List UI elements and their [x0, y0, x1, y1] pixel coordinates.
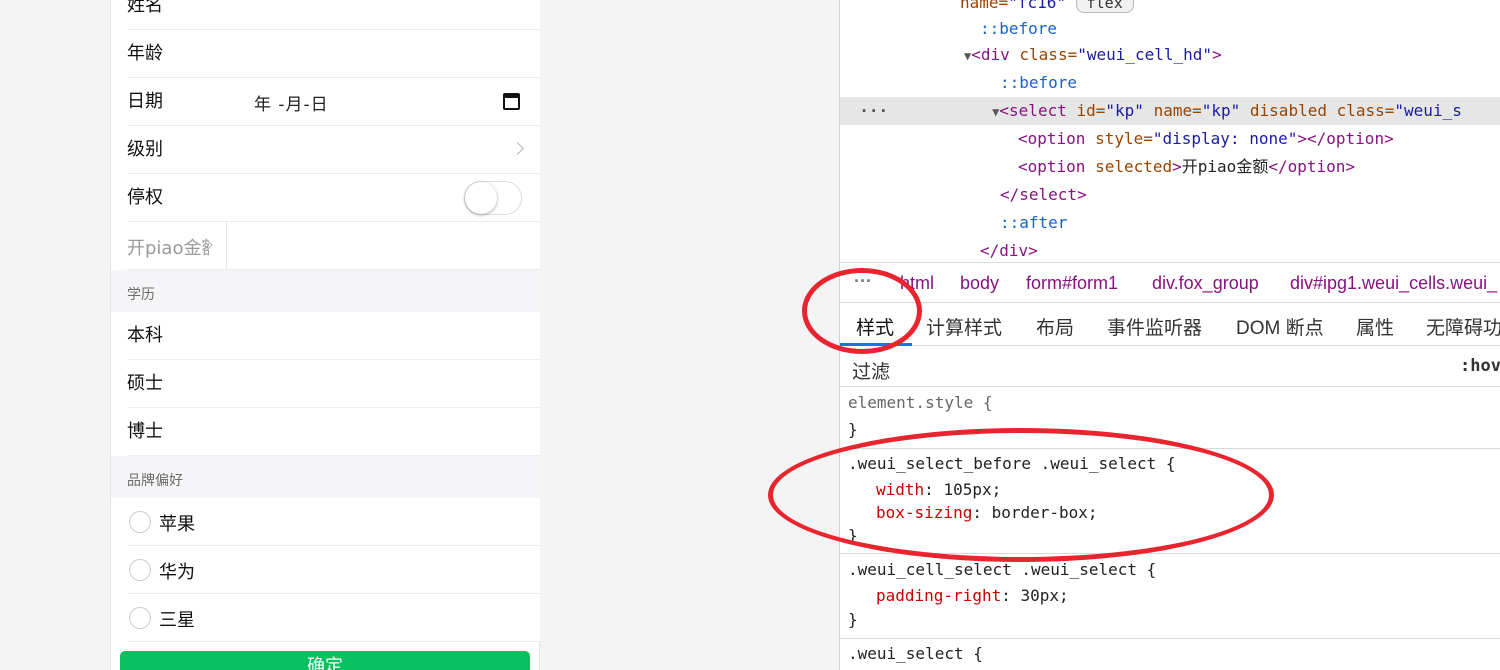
- dom-tree: name="fc16" flex ::before ▼<div class="w…: [840, 0, 1500, 262]
- filter-bar: 过滤 :hov: [840, 347, 1500, 387]
- brand-title: 品牌偏好: [127, 473, 183, 489]
- css-property[interactable]: box-sizing: [876, 503, 972, 522]
- more-dots-icon[interactable]: ···: [854, 271, 872, 292]
- flex-badge[interactable]: flex: [1075, 0, 1134, 13]
- breadcrumb-item[interactable]: html: [900, 273, 934, 294]
- education-option-2[interactable]: 硕士: [111, 360, 540, 408]
- brand-option-2[interactable]: 华为: [111, 546, 540, 594]
- css-rule-weui-select-before[interactable]: .weui_select_before .weui_select { width…: [840, 450, 1500, 554]
- suspend-cell: 停权: [111, 174, 540, 222]
- dom-line[interactable]: <option selected>开piao金额</option>: [840, 153, 1500, 181]
- divider: [226, 222, 227, 270]
- brand-option-1[interactable]: 苹果: [111, 498, 540, 546]
- radio-button[interactable]: [129, 607, 151, 629]
- element-style-rule[interactable]: element.style { }: [840, 389, 1500, 449]
- dom-line[interactable]: ::before: [840, 69, 1500, 97]
- dom-line[interactable]: </select>: [840, 181, 1500, 209]
- education-option-label: 本科: [127, 325, 163, 346]
- css-rule-weui-select[interactable]: .weui_select {: [840, 640, 1500, 670]
- css-property[interactable]: width: [876, 480, 924, 499]
- active-tab-indicator: [840, 343, 912, 346]
- dom-line[interactable]: ▼<div class="weui_cell_hd">: [840, 41, 1500, 69]
- education-section-title: 学历: [111, 270, 540, 312]
- tab-accessibility[interactable]: 无障碍功: [1426, 313, 1500, 340]
- breadcrumb-item[interactable]: form#form1: [1026, 273, 1118, 294]
- suspend-toggle[interactable]: [464, 181, 522, 215]
- radio-button[interactable]: [129, 559, 151, 581]
- calendar-icon[interactable]: [503, 93, 520, 110]
- tab-event-listeners[interactable]: 事件监听器: [1107, 313, 1202, 340]
- education-option-label: 硕士: [127, 373, 163, 394]
- brand-option-3[interactable]: 三星: [111, 594, 540, 642]
- tab-layout[interactable]: 布局: [1036, 313, 1074, 340]
- toggle-knob: [465, 182, 497, 214]
- dom-line-selected[interactable]: ··· ▼<select id="kp" name="kp" disabled c…: [840, 97, 1500, 125]
- dom-line[interactable]: <option style="display: none"></option>: [840, 125, 1500, 153]
- invoice-cell: 开piao金额: [111, 222, 540, 270]
- suspend-label: 停权: [127, 187, 163, 208]
- education-title: 学历: [127, 287, 155, 303]
- tab-properties[interactable]: 属性: [1356, 313, 1394, 340]
- css-property[interactable]: padding-right: [876, 586, 1001, 605]
- filter-input[interactable]: 过滤: [846, 351, 1444, 383]
- age-label: 年龄: [127, 43, 163, 64]
- date-label: 日期: [127, 91, 163, 112]
- dom-line[interactable]: </div>: [840, 237, 1500, 262]
- level-cell[interactable]: 级别: [111, 126, 540, 174]
- education-option-3[interactable]: 博士: [111, 408, 540, 456]
- brand-option-label: 苹果: [159, 514, 195, 535]
- name-cell[interactable]: 姓名: [111, 0, 540, 30]
- dom-line[interactable]: ::before: [840, 15, 1500, 43]
- brand-option-label: 华为: [159, 562, 195, 583]
- styles-tab-bar: 样式 计算样式 布局 事件监听器 DOM 断点 属性 无障碍功: [840, 302, 1500, 346]
- breadcrumb-item[interactable]: div#ipg1.weui_cells.weui_: [1290, 273, 1497, 294]
- breadcrumb-item[interactable]: body: [960, 273, 999, 294]
- date-input[interactable]: 年 -月-日: [254, 90, 329, 115]
- education-option-1[interactable]: 本科: [111, 312, 540, 360]
- devtools-panel: name="fc16" flex ::before ▼<div class="w…: [839, 0, 1500, 670]
- name-label: 姓名: [127, 0, 163, 16]
- css-rule-weui-cell-select[interactable]: .weui_cell_select .weui_select { padding…: [840, 555, 1500, 639]
- date-cell[interactable]: 日期 年 -月-日: [111, 78, 540, 126]
- brand-section-title: 品牌偏好: [111, 456, 540, 498]
- brand-option-label: 三星: [159, 610, 195, 631]
- age-cell[interactable]: 年龄: [111, 30, 540, 78]
- breadcrumb: ··· html body form#form1 div.fox_group d…: [840, 262, 1500, 302]
- tab-computed[interactable]: 计算样式: [926, 313, 1002, 340]
- chevron-right-icon: [511, 142, 524, 155]
- hov-toggle[interactable]: :hov: [1460, 356, 1500, 376]
- more-dots-icon[interactable]: ···: [840, 101, 888, 120]
- education-option-label: 博士: [127, 421, 163, 442]
- tab-styles[interactable]: 样式: [856, 313, 894, 340]
- confirm-button[interactable]: 确定: [120, 651, 530, 670]
- form-panel: 姓名 年龄 日期 年 -月-日 级别 停权 开piao金额 学历 本科 硕士 博…: [110, 0, 540, 670]
- dom-line[interactable]: ::after: [840, 209, 1500, 237]
- invoice-select[interactable]: 开piao金额: [127, 234, 209, 260]
- breadcrumb-item[interactable]: div.fox_group: [1152, 273, 1259, 294]
- radio-button[interactable]: [129, 511, 151, 533]
- level-label: 级别: [127, 139, 163, 160]
- tab-dom-breakpoints[interactable]: DOM 断点: [1236, 313, 1324, 340]
